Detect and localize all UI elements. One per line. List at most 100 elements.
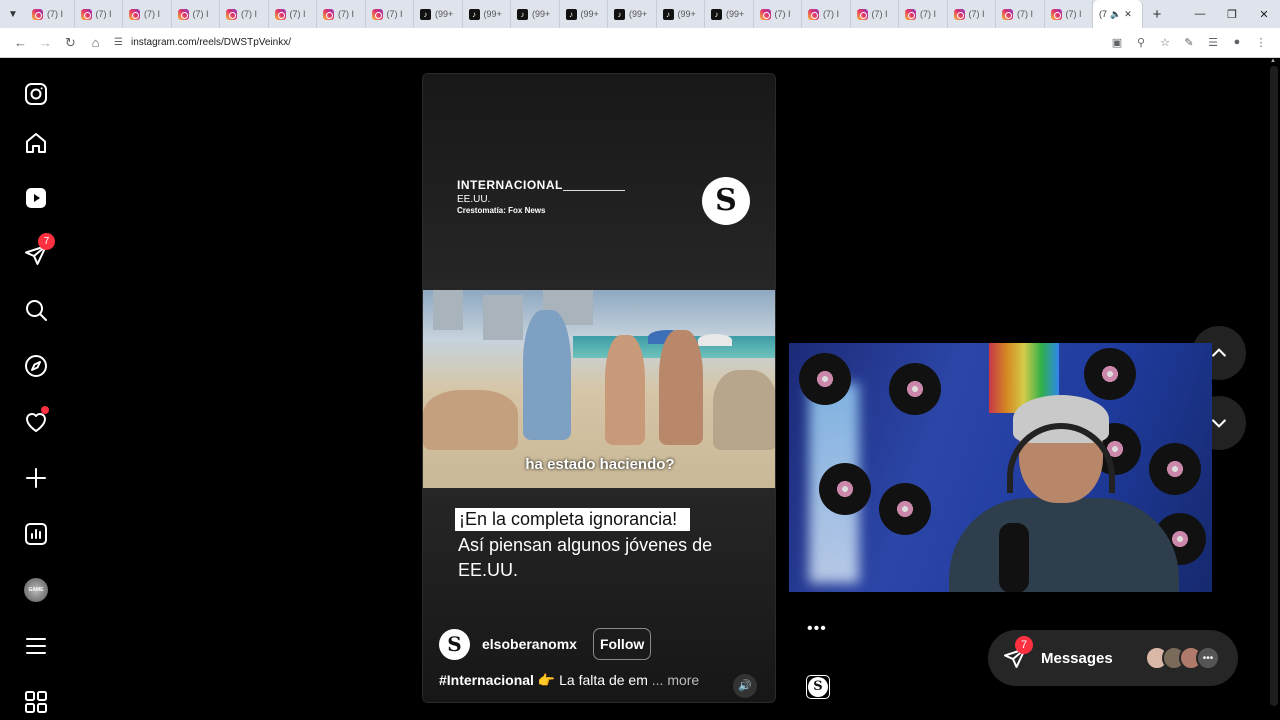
browser-tab[interactable]: (7) I (269, 0, 317, 28)
scroll-thumb[interactable] (1270, 66, 1278, 706)
close-tab-icon[interactable]: ✕ (1124, 9, 1132, 20)
browser-tab[interactable]: (7) I (948, 0, 996, 28)
tab-search-chevron-icon[interactable]: ▼ (0, 0, 26, 28)
reel-category-underline (563, 190, 625, 191)
browser-tab[interactable]: (7) I (123, 0, 172, 28)
page-scrollbar[interactable]: ▲ (1268, 58, 1280, 720)
back-icon[interactable]: ← (8, 35, 33, 50)
browser-tab[interactable]: (7) I (26, 0, 75, 28)
instagram-favicon-icon (323, 8, 334, 20)
browser-tab[interactable]: ♪ (99+ (511, 0, 560, 28)
browser-tab[interactable]: (7) I (851, 0, 899, 28)
browser-tab[interactable]: (7) I (220, 0, 269, 28)
also-from-meta-icon[interactable] (22, 688, 50, 716)
instagram-favicon-icon (80, 8, 92, 20)
tiktok-favicon-icon: ♪ (517, 8, 528, 20)
messages-badge: 7 (38, 233, 55, 250)
browser-tab[interactable]: (7) I (754, 0, 802, 28)
browser-tab-label: (7) I (47, 9, 64, 19)
url-text: instagram.com/reels/DWSTpVeinkx/ (130, 37, 292, 48)
reel-more-options-icon[interactable]: ••• (807, 620, 827, 638)
messages-bar[interactable]: 7 Messages ••• (988, 630, 1238, 686)
install-app-icon[interactable]: ▣ (1106, 36, 1128, 49)
reel-account: S elsoberanomx Follow (439, 628, 652, 660)
reel-caption-panel: ¡En la completa ignorancia! Así piensan … (423, 488, 775, 702)
profile-icon[interactable]: ● (1226, 36, 1248, 49)
forward-icon[interactable]: → (33, 35, 58, 50)
minimize-icon[interactable]: — (1184, 8, 1216, 21)
close-window-icon[interactable]: ✕ (1248, 8, 1280, 21)
microphone (999, 523, 1029, 592)
reel-description: #Internacional 👉 La falta de em ... more (439, 672, 699, 689)
reading-list-icon[interactable]: ☰ (1202, 36, 1224, 49)
new-tab-button[interactable]: + (1143, 6, 1171, 23)
vinyl-record-decor (819, 463, 871, 515)
pointing-emoji: 👉 (537, 672, 556, 688)
explore-compass-icon[interactable] (22, 352, 50, 380)
reel-caption-body: Así piensan algunos jóvenes de EE.UU. (458, 535, 713, 580)
instagram-favicon-icon (32, 8, 43, 20)
audio-source-logo: S (808, 677, 828, 697)
notifications-heart-icon[interactable] (22, 406, 50, 436)
instagram-favicon-icon (759, 8, 771, 20)
speaker-icon[interactable]: 🔈 (1110, 9, 1121, 20)
tiktok-favicon-icon: ♪ (468, 8, 480, 20)
zoom-icon[interactable]: ⚲ (1130, 36, 1152, 49)
browser-tab-label: (99+ (580, 9, 599, 19)
account-avatar[interactable]: S (439, 628, 470, 660)
browser-tab-label: (99+ (629, 9, 648, 19)
address-bar-actions: ▣ ⚲ ☆ ✎ ☰ ● ⋮ (1106, 36, 1272, 49)
scroll-up-arrow-icon[interactable]: ▲ (1270, 58, 1276, 64)
restore-icon[interactable]: ❐ (1216, 8, 1248, 21)
dashboard-chart-icon[interactable] (22, 520, 50, 548)
crowd (713, 370, 775, 450)
browser-tab-label: (99+ (483, 9, 502, 19)
account-name[interactable]: elsoberanomx (482, 636, 577, 652)
tiktok-favicon-icon: ♪ (420, 8, 431, 20)
direct-messages-icon[interactable]: 7 (22, 233, 55, 269)
reel-header-panel: INTERNACIONAL EE.UU. Crestomatía: Fox Ne… (423, 74, 775, 290)
home-icon[interactable] (22, 129, 50, 157)
browser-tab[interactable]: (7) I (1045, 0, 1093, 28)
browser-tab[interactable]: (7) I (899, 0, 948, 28)
browser-tab-label: (7) I (241, 9, 258, 19)
browser-tab[interactable]: ♪ (99+ (705, 0, 754, 28)
profile-avatar-icon[interactable]: GAME (22, 576, 50, 604)
reload-icon[interactable]: ↻ (58, 35, 83, 51)
browser-menu-icon[interactable]: ⋮ (1250, 36, 1272, 49)
instagram-favicon-icon (129, 8, 140, 20)
notification-dot (41, 406, 49, 414)
home-icon[interactable]: ⌂ (83, 35, 108, 50)
browser-tab[interactable]: ♪ (99+ (560, 0, 608, 28)
bookmark-star-icon[interactable]: ☆ (1154, 36, 1176, 49)
reel-video-player[interactable]: INTERNACIONAL EE.UU. Crestomatía: Fox Ne… (422, 73, 776, 703)
browser-tab[interactable]: (7) I (802, 0, 851, 28)
audio-source-thumbnail[interactable]: S (806, 675, 830, 699)
create-plus-icon[interactable] (22, 464, 50, 492)
mute-speaker-icon[interactable]: 🔊 (733, 674, 757, 698)
more-link[interactable]: ... more (648, 672, 699, 688)
browser-tab[interactable]: ♪ (99+ (463, 0, 511, 28)
browser-tab[interactable]: (7) I (366, 0, 414, 28)
url-field[interactable]: ☰ instagram.com/reels/DWSTpVeinkx/ (108, 32, 1106, 54)
browser-tab-label: (7) I (95, 9, 112, 19)
search-icon[interactable] (22, 296, 50, 324)
site-info-icon[interactable]: ☰ (114, 37, 123, 48)
reels-icon[interactable] (22, 184, 50, 212)
instagram-page: 7 GAME INTERNACIONAL EE.UU. Crestomatía:… (0, 58, 1280, 720)
browser-tab[interactable]: (7) I (317, 0, 366, 28)
instagram-logo-icon[interactable] (22, 80, 50, 108)
browser-tab[interactable]: (7) I (996, 0, 1045, 28)
browser-tab[interactable]: ♪ (99+ (608, 0, 657, 28)
more-menu-icon[interactable] (22, 632, 50, 660)
browser-tab[interactable]: ♪ (99+ (657, 0, 705, 28)
description-hashtag[interactable]: #Internacional (439, 672, 534, 688)
follow-button[interactable]: Follow (592, 628, 652, 660)
active-tab[interactable]: (7 🔈 ✕ (1093, 0, 1143, 28)
browser-tab[interactable]: ♪ (99+ (414, 0, 463, 28)
extensions-icon[interactable]: ✎ (1178, 36, 1200, 49)
browser-tab[interactable]: (7) I (75, 0, 123, 28)
description-text: La falta de em (555, 672, 648, 688)
browser-tab[interactable]: (7) I (172, 0, 220, 28)
browser-tab-label: (7) I (338, 9, 355, 19)
